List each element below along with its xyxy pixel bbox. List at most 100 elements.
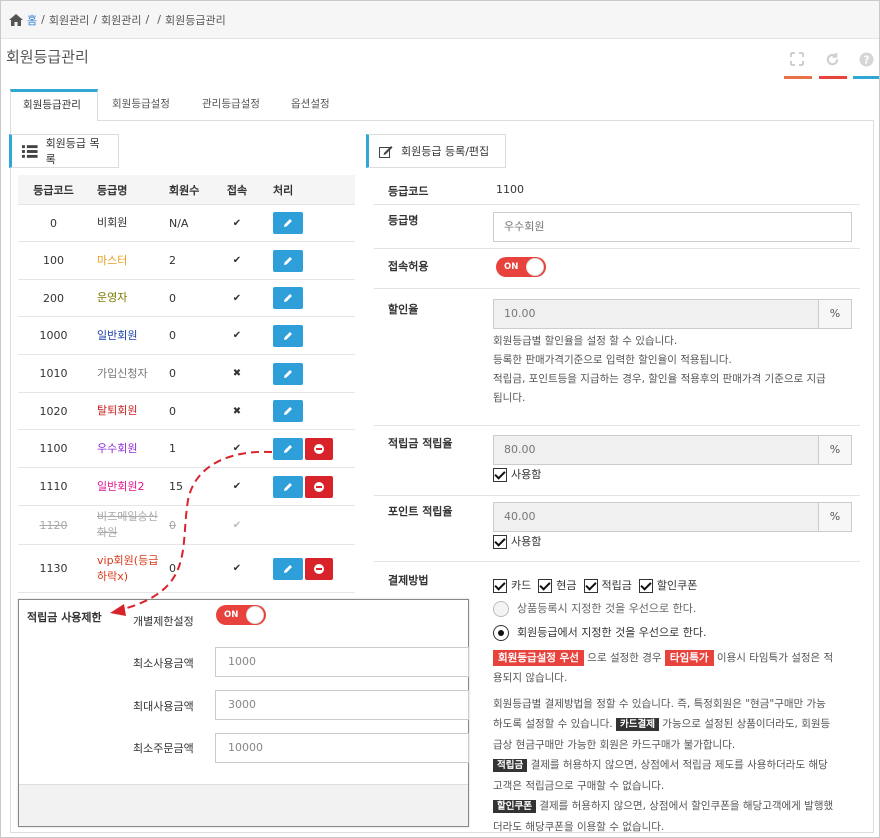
row-access: 접속허용 ON (374, 249, 860, 289)
row-grade-code: 등급코드 1100 (374, 175, 860, 205)
refresh-button[interactable] (819, 48, 847, 79)
min-order-input[interactable]: 10000 (215, 733, 469, 763)
col-name: 등급명 (97, 183, 128, 197)
pencil-icon (284, 294, 292, 302)
grade-form-title: 회원등급 등록/편집 (401, 145, 490, 158)
tab-grade-settings[interactable]: 회원등급설정 (100, 89, 182, 121)
edit-button[interactable] (273, 400, 303, 422)
grade-code-cell: 1020 (39, 404, 68, 418)
pay-coupon-checkbox[interactable]: 할인쿠폰 (638, 579, 697, 593)
min-use-input[interactable]: 1000 (215, 647, 469, 677)
pencil-icon (284, 407, 292, 415)
grade-name-cell: 가입신청자 (97, 366, 148, 380)
action-cell (259, 287, 355, 309)
pay-card-checkbox[interactable]: 카드 (493, 579, 531, 593)
grade-code-value: 1100 (496, 183, 524, 196)
minus-circle-icon (314, 481, 324, 492)
popup-footer (19, 784, 468, 826)
tab-grade-management[interactable]: 회원등급관리 (10, 89, 98, 122)
reserve-rate-input[interactable]: 80.00 (493, 435, 819, 465)
pay-cash-checkbox[interactable]: 현금 (538, 579, 577, 593)
member-count-cell: 0 (169, 367, 176, 380)
table-row: 200 운영자 0 ✔ (18, 280, 355, 317)
tab-option-settings[interactable]: 옵션설정 (279, 89, 342, 121)
reserve-limit-popup: 적립금 사용제한 개별제한설정 ON 최소사용금액 1000 최대사용금액 30… (18, 599, 469, 827)
edit-button[interactable] (273, 287, 303, 309)
grade-code-cell: 1100 (39, 442, 68, 455)
edit-button[interactable] (273, 249, 303, 272)
pay-reserve-checkbox[interactable]: 적립금 (583, 579, 632, 593)
edit-button[interactable] (273, 212, 303, 234)
grade-name-cell: 일반회원 (97, 328, 138, 342)
max-use-input[interactable]: 3000 (215, 690, 469, 720)
minus-circle-icon (314, 443, 324, 454)
tab-bar: 회원등급관리 회원등급설정 관리등급설정 옵션설정 (10, 89, 874, 122)
grade-list-title: 회원등급 목록 (45, 137, 100, 166)
grade-code-cell: 1010 (39, 367, 68, 380)
help-icon: ? (858, 52, 874, 67)
pencil-icon (284, 331, 292, 340)
access-icon: ✔ (232, 255, 242, 266)
delete-button[interactable] (305, 437, 333, 460)
table-row: 1020 탈퇴회원 0 ✖ (18, 393, 355, 430)
member-count-cell: 0 (169, 404, 176, 418)
breadcrumb-home[interactable]: 홈 (27, 12, 37, 28)
action-cell (259, 324, 355, 347)
pencil-icon (284, 369, 292, 378)
table-header: 등급코드 등급명 회원수 접속 처리 (18, 175, 355, 205)
action-cell (259, 249, 355, 272)
edit-icon (379, 145, 393, 158)
discount-input[interactable]: 10.00 (493, 299, 819, 329)
point-use-checkbox[interactable]: 사용함 (493, 533, 541, 549)
grade-code-cell: 1110 (39, 480, 68, 493)
discount-help: 회원등급별 할인율을 설정 할 수 있습니다. 등록한 판매가격기준으로 입력한… (493, 335, 826, 404)
col-count: 회원수 (169, 183, 200, 197)
table-row: 1000 일반회원 0 ✔ (18, 317, 355, 355)
popup-annotation-label: 적립금 사용제한 (27, 611, 102, 624)
access-icon: ✔ (232, 292, 242, 304)
grade-code-cell: 1120 (39, 518, 68, 532)
grade-name-cell: 마스터 (97, 253, 128, 267)
pencil-icon (284, 219, 292, 227)
point-rate-input[interactable]: 40.00 (493, 502, 819, 532)
breadcrumb-item[interactable]: 회원관리 (49, 12, 89, 28)
help-button[interactable]: ? (853, 48, 879, 79)
member-count-cell: N/A (169, 216, 189, 230)
action-cell (259, 362, 355, 385)
grade-name-cell: 비회원 (97, 216, 128, 229)
row-discount: 할인율 10.00 % 회원등급별 할인율을 설정 할 수 있습니다. 등록한 … (374, 289, 860, 426)
expand-icon (790, 52, 804, 66)
home-icon[interactable] (9, 13, 23, 26)
radio-product-priority[interactable]: 상품등록시 지정한 것을 우선으로 한다. (493, 600, 696, 617)
grade-code-cell: 0 (50, 216, 57, 230)
percent-addon: % (818, 299, 852, 329)
breadcrumb: 홈 / 회원관리 / 회원관리 / / 회원등급관리 (1, 1, 879, 39)
edit-button[interactable] (273, 362, 303, 385)
page-title: 회원등급관리 (6, 48, 89, 66)
action-cell (259, 400, 355, 422)
radio-grade-priority[interactable]: 회원등급에서 지정한 것을 우선으로 한다. (493, 624, 707, 641)
row-point: 포인트 적립율 40.00 % 사용함 (374, 496, 860, 562)
breadcrumb-item[interactable]: 회원관리 (101, 12, 141, 28)
reserve-use-checkbox[interactable]: 사용함 (493, 466, 541, 482)
grade-form-header: 회원등급 등록/편집 (366, 134, 506, 168)
access-icon: ✔ (232, 217, 242, 229)
fullscreen-button[interactable] (784, 48, 812, 79)
delete-button[interactable] (305, 475, 333, 498)
edit-button[interactable] (273, 324, 303, 347)
member-count-cell: 0 (169, 329, 176, 342)
minus-circle-icon (314, 563, 324, 574)
member-count-cell: 0 (169, 291, 176, 305)
delete-button[interactable] (305, 557, 333, 580)
row-grade-name: 등급명 우수회원 (374, 205, 860, 249)
grade-code-cell: 1130 (39, 562, 68, 575)
grade-name-input[interactable]: 우수회원 (493, 212, 852, 242)
row-reserve: 적립금 적립율 80.00 % 사용함 (374, 426, 860, 496)
table-row: 1010 가입신청자 0 ✖ (18, 355, 355, 393)
tab-admin-grade-settings[interactable]: 관리등급설정 (190, 89, 272, 121)
action-cell (259, 212, 355, 234)
grade-name-cell: 운영자 (97, 291, 128, 304)
access-toggle[interactable]: ON (496, 257, 546, 277)
grade-list-header: 회원등급 목록 (9, 134, 119, 168)
pencil-icon (284, 256, 292, 265)
